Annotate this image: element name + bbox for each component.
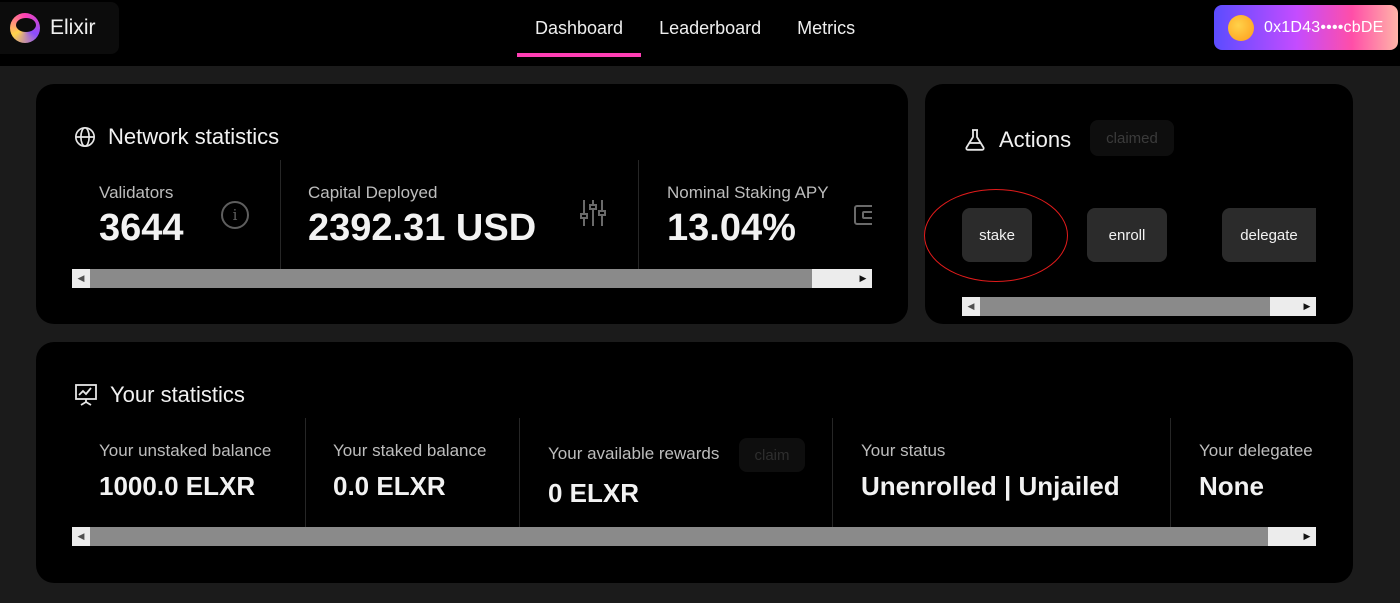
network-stats-scrollbar[interactable]: ◀ ▶ bbox=[72, 269, 872, 288]
divider bbox=[638, 160, 639, 270]
network-statistics-title: Network statistics bbox=[74, 124, 279, 150]
scroll-left-arrow-icon[interactable]: ◀ bbox=[72, 269, 90, 288]
scrollbar-thumb[interactable] bbox=[90, 269, 812, 288]
stat-unstaked-balance: Your unstaked balance 1000.0 ELXR bbox=[99, 441, 271, 502]
stat-capital-deployed: Capital Deployed 2392.31 USD bbox=[308, 183, 536, 250]
your-statistics-card: Your statistics Your unstaked balance 10… bbox=[36, 342, 1353, 583]
enroll-button[interactable]: enroll bbox=[1087, 208, 1167, 262]
stat-label: Your staked balance bbox=[333, 441, 487, 460]
brand-name: Elixir bbox=[50, 16, 96, 39]
globe-icon bbox=[75, 127, 95, 147]
card-title-text: Actions bbox=[999, 127, 1072, 152]
network-statistics-card: Network statistics Validators 3644 i Cap… bbox=[36, 84, 908, 324]
wallet-address: 0x1D43••••cbDE bbox=[1264, 18, 1384, 36]
stat-label: Your delegatee bbox=[1199, 441, 1313, 460]
stat-label: Your status bbox=[861, 441, 946, 460]
stat-label: Your unstaked balance bbox=[99, 441, 272, 460]
flask-icon bbox=[965, 129, 985, 151]
scrollbar-thumb[interactable] bbox=[980, 297, 1270, 316]
scroll-right-arrow-icon[interactable]: ▶ bbox=[1298, 297, 1316, 316]
divider bbox=[832, 418, 833, 528]
tab-dashboard[interactable]: Dashboard bbox=[517, 0, 642, 57]
stat-label: Capital Deployed bbox=[308, 183, 438, 202]
wallet-button[interactable]: 0x1D43••••cbDE bbox=[1214, 5, 1398, 50]
brand[interactable]: Elixir bbox=[0, 2, 119, 54]
claimed-badge: claimed bbox=[1090, 120, 1174, 156]
scrollbar-thumb[interactable] bbox=[90, 527, 1268, 546]
stat-nominal-staking-apy: Nominal Staking APY 13.04% bbox=[667, 183, 829, 250]
stat-staked-balance: Your staked balance 0.0 ELXR bbox=[333, 441, 486, 502]
main-nav: Dashboard Leaderboard Metrics bbox=[517, 0, 873, 57]
tab-metrics[interactable]: Metrics bbox=[779, 0, 873, 57]
divider bbox=[519, 418, 520, 528]
sliders-icon[interactable] bbox=[580, 198, 606, 228]
divider bbox=[1170, 418, 1171, 528]
scroll-left-arrow-icon[interactable]: ◀ bbox=[72, 527, 90, 546]
stat-value: 3644 bbox=[99, 207, 184, 249]
wallet-icon bbox=[854, 205, 872, 225]
claim-button[interactable]: claim bbox=[739, 438, 805, 472]
your-stats-scrollbar[interactable]: ◀ ▶ bbox=[72, 527, 1316, 546]
your-statistics-title: Your statistics bbox=[74, 382, 245, 408]
stat-value: 0 ELXR bbox=[548, 478, 640, 508]
stat-label: Your available rewards bbox=[548, 444, 720, 463]
info-icon[interactable]: i bbox=[221, 201, 249, 229]
actions-title: Actions bbox=[963, 127, 1071, 153]
scroll-left-arrow-icon[interactable]: ◀ bbox=[962, 297, 980, 316]
stat-delegatee: Your delegatee None bbox=[1199, 441, 1317, 502]
scroll-right-arrow-icon[interactable]: ▶ bbox=[1298, 527, 1316, 546]
presentation-chart-icon bbox=[75, 384, 97, 406]
stat-value: 0.0 ELXR bbox=[333, 471, 446, 501]
actions-card: Actions claimed bbox=[925, 84, 1353, 324]
stat-status: Your status Unenrolled | Unjailed bbox=[861, 441, 1120, 502]
card-title-text: Network statistics bbox=[108, 124, 280, 149]
delegate-button[interactable]: delegate bbox=[1222, 208, 1316, 262]
stat-value: 13.04% bbox=[667, 207, 796, 249]
stat-label: Validators bbox=[99, 183, 174, 202]
divider bbox=[280, 160, 281, 270]
stat-value: Unenrolled | Unjailed bbox=[861, 471, 1120, 501]
stat-value: 2392.31 USD bbox=[308, 207, 537, 249]
tab-leaderboard[interactable]: Leaderboard bbox=[641, 0, 779, 57]
scroll-right-arrow-icon[interactable]: ▶ bbox=[854, 269, 872, 288]
stat-available-rewards: Your available rewards 0 ELXR bbox=[548, 444, 719, 509]
stat-validators: Validators 3644 bbox=[99, 183, 184, 250]
stake-button[interactable]: stake bbox=[962, 208, 1032, 262]
stat-label: Nominal Staking APY bbox=[667, 183, 829, 202]
card-title-text: Your statistics bbox=[110, 382, 245, 407]
elixir-logo-icon bbox=[10, 13, 40, 43]
top-bar: Elixir Dashboard Leaderboard Metrics 0x1… bbox=[0, 0, 1400, 66]
divider bbox=[305, 418, 306, 528]
wallet-avatar bbox=[1228, 14, 1254, 41]
stat-value: 1000.0 ELXR bbox=[99, 471, 256, 501]
actions-scrollbar[interactable]: ◀ ▶ bbox=[962, 297, 1316, 316]
stat-value: None bbox=[1199, 471, 1264, 501]
